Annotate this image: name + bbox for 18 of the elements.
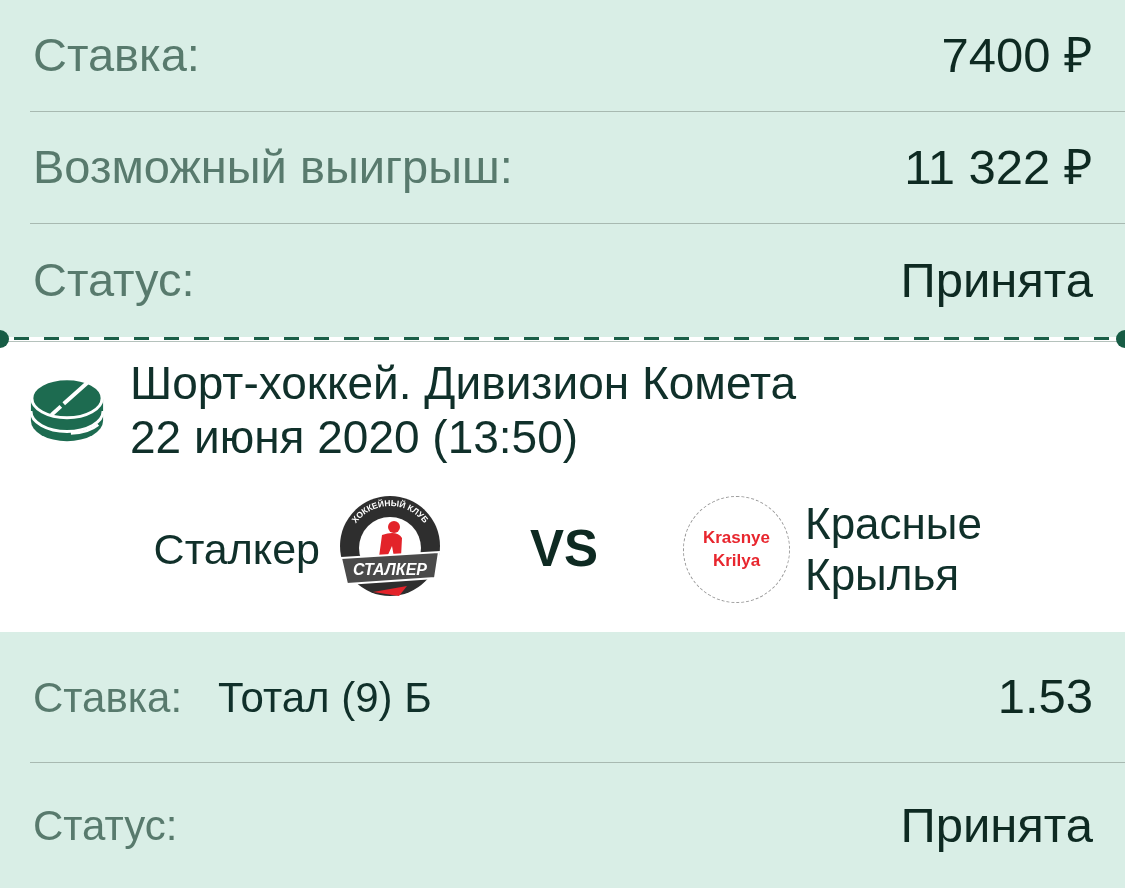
event-title: Шорт-хоккей. Дивизион Комета (130, 356, 797, 410)
field-label: Ставка: (33, 672, 183, 723)
field-label: Статус: (33, 252, 195, 309)
field-value: 11 322 ₽ (904, 138, 1093, 196)
field-value: 7400 ₽ (941, 26, 1093, 84)
team-name: Сталкер (153, 523, 320, 575)
field-value: Принята (900, 796, 1093, 854)
odds-value: 1.53 (997, 668, 1093, 726)
field-label: Статус: (33, 801, 178, 851)
field-value: Принята (900, 251, 1093, 309)
logo-text: СТАЛКЕР (353, 561, 427, 578)
logo-text: Krasnye Krilya (701, 527, 772, 572)
bet-selection: Тотал (9) Б (218, 672, 432, 723)
team-name: Красные Крылья (805, 498, 983, 600)
field-label: Возможный выигрыш: (33, 139, 513, 196)
versus-label: VS (529, 518, 598, 579)
field-label: Ставка: (33, 27, 200, 84)
event-date: 22 июня 2020 (13:50) (130, 410, 580, 464)
